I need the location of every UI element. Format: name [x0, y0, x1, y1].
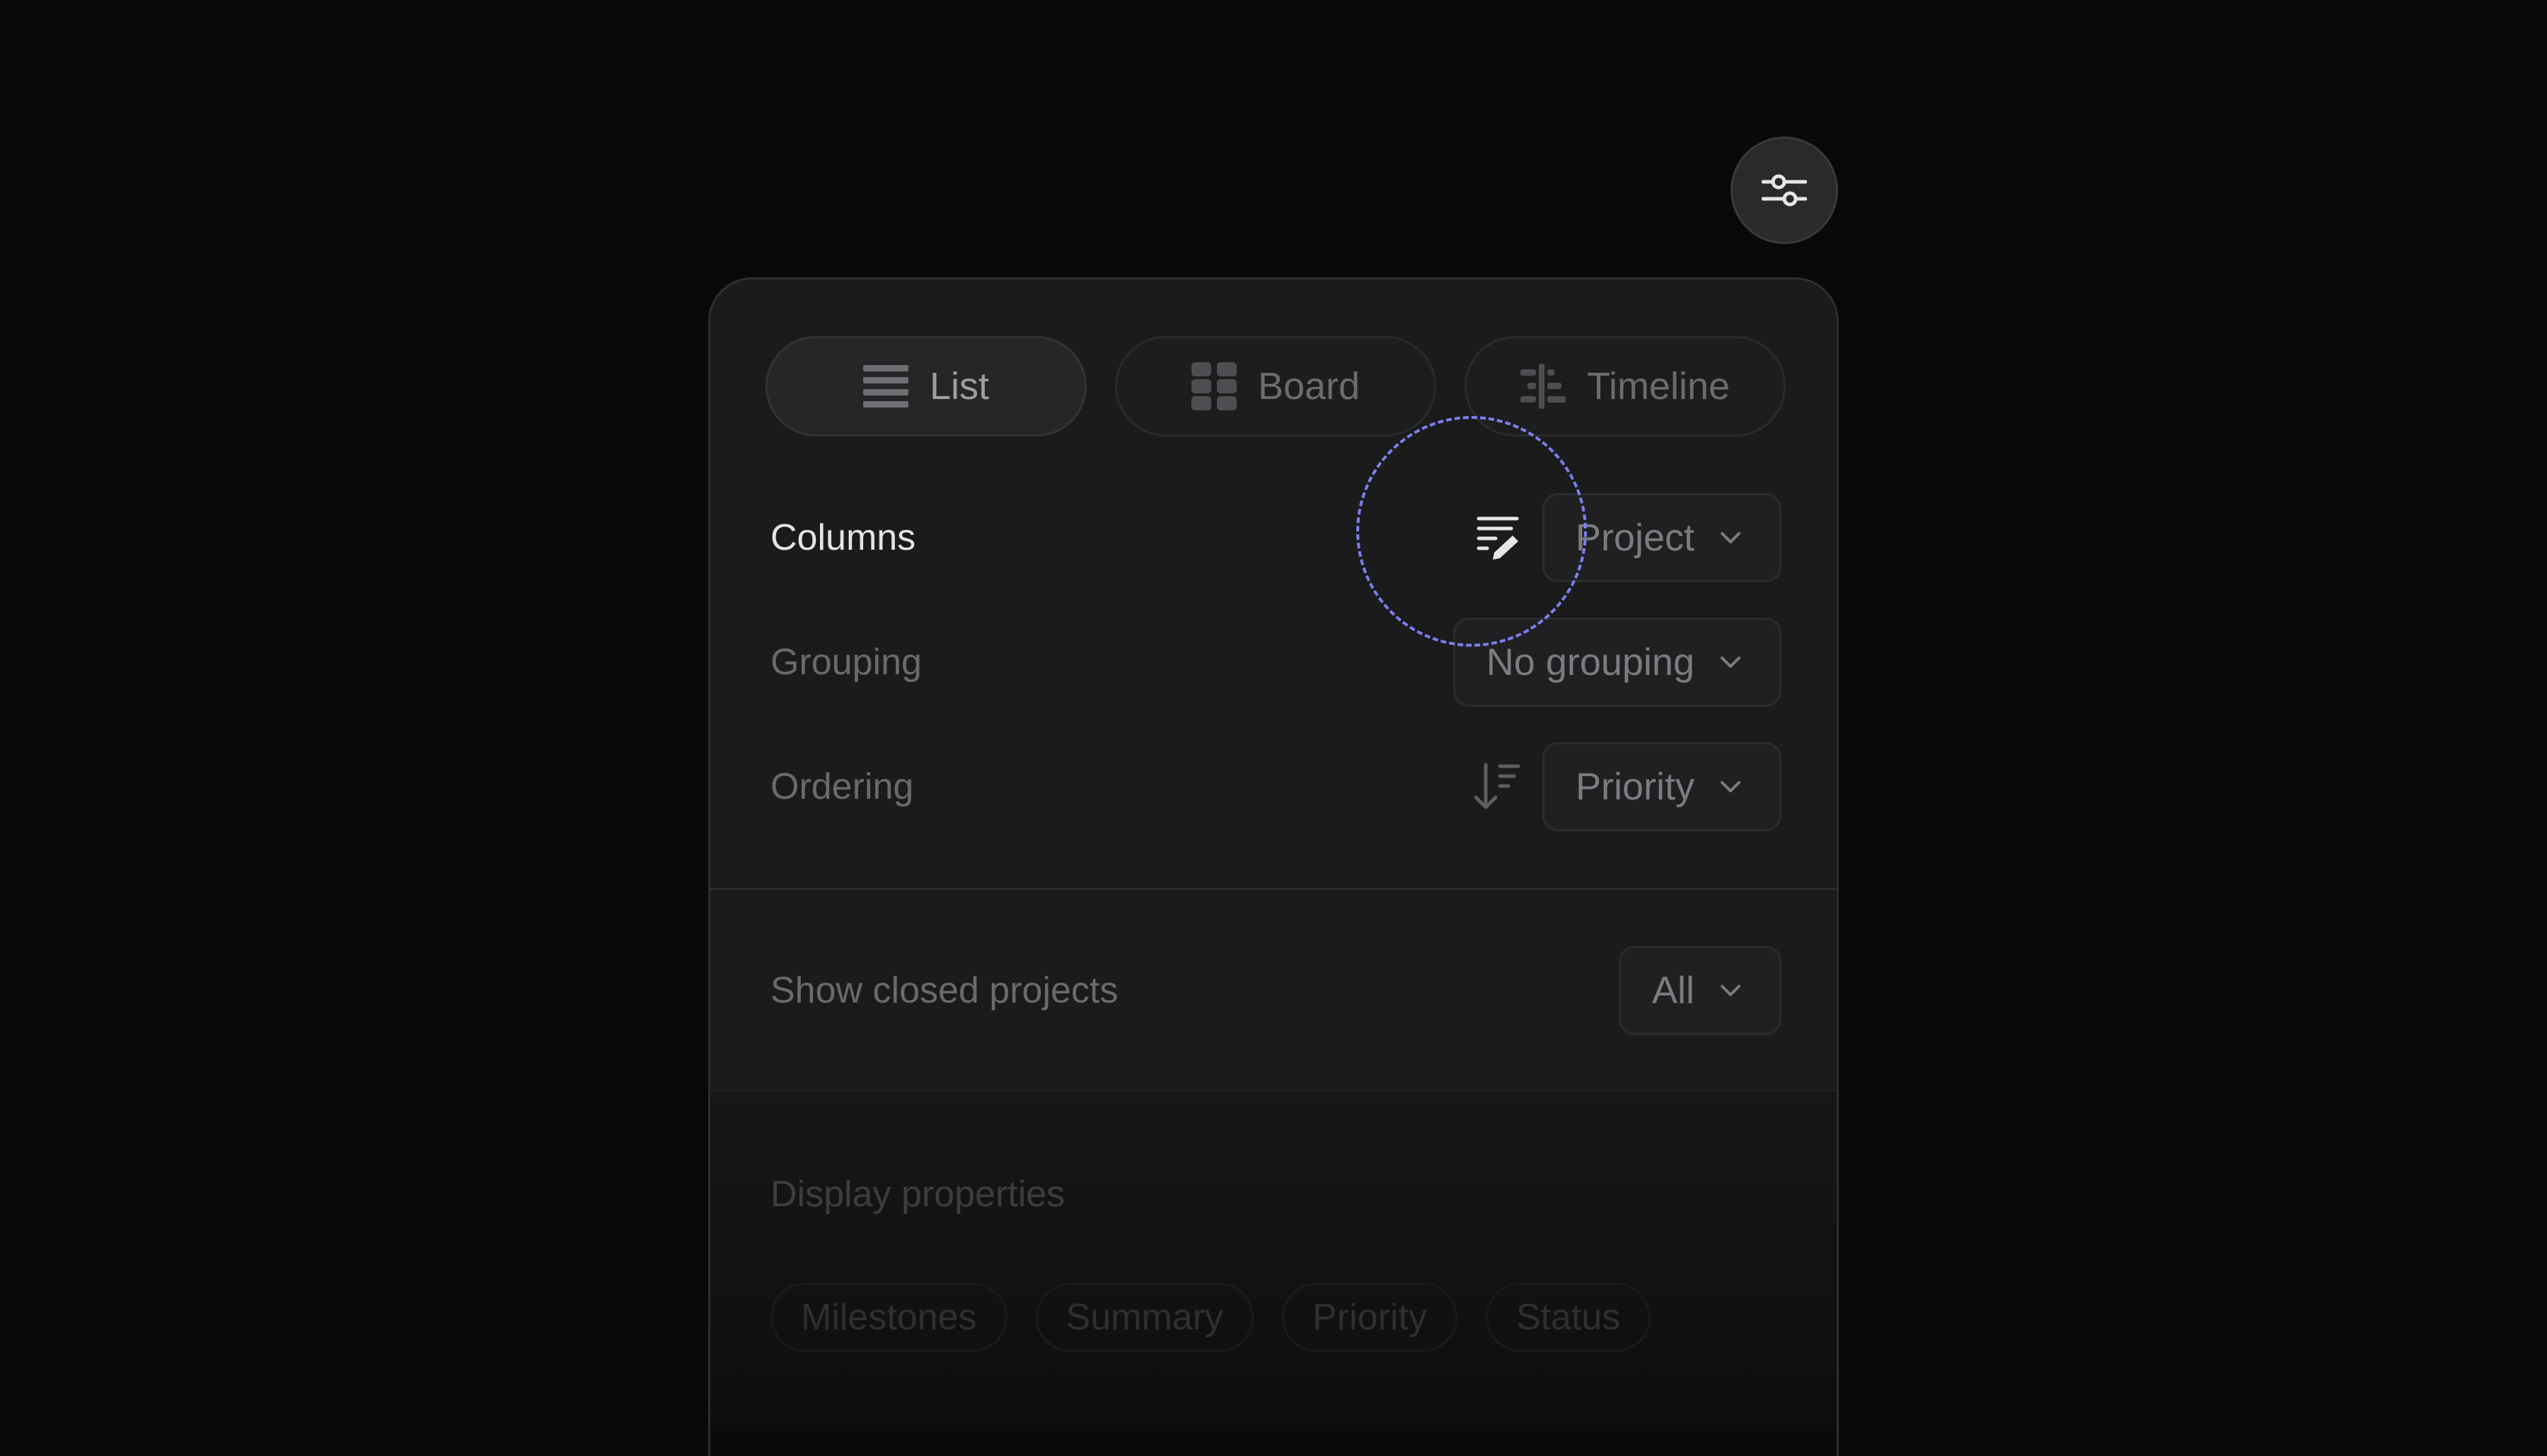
tab-board[interactable]: Board	[1115, 336, 1436, 437]
tab-list-label: List	[929, 365, 990, 408]
chip-status[interactable]: Status	[1485, 1283, 1651, 1352]
closed-projects-label: Show closed projects	[770, 970, 1119, 1011]
display-settings-button[interactable]	[1731, 137, 1838, 244]
ordering-select[interactable]: Priority	[1542, 742, 1781, 831]
timeline-icon	[1520, 364, 1566, 409]
display-properties-label: Display properties	[770, 1174, 1065, 1215]
chevron-down-icon	[1721, 657, 1740, 668]
closed-projects-select[interactable]: All	[1618, 946, 1781, 1035]
tab-list[interactable]: List	[766, 336, 1087, 437]
closed-projects-row: Show closed projects All	[770, 946, 1781, 1035]
display-properties-chips: Milestones Summary Priority Status	[770, 1283, 1651, 1352]
view-tabs: List Board Timeline	[766, 336, 1786, 437]
columns-select[interactable]: Project	[1542, 493, 1781, 582]
chip-priority[interactable]: Priority	[1282, 1283, 1457, 1352]
closed-projects-select-value: All	[1651, 969, 1694, 1012]
grouping-select-value: No grouping	[1486, 641, 1694, 683]
ordering-select-value: Priority	[1575, 765, 1694, 808]
chip-milestones[interactable]: Milestones	[770, 1283, 1007, 1352]
grouping-row: Grouping No grouping	[770, 618, 1781, 707]
grouping-select[interactable]: No grouping	[1452, 618, 1781, 707]
board-icon	[1191, 362, 1237, 410]
chevron-down-icon	[1721, 532, 1740, 543]
sort-descending-icon[interactable]	[1472, 762, 1521, 811]
sliders-icon	[1762, 174, 1807, 207]
edit-columns-icon[interactable]	[1476, 514, 1521, 561]
chip-summary[interactable]: Summary	[1035, 1283, 1254, 1352]
tab-timeline[interactable]: Timeline	[1465, 336, 1786, 437]
display-options-panel: List Board Timeline Columns Project Grou…	[708, 277, 1839, 1456]
section-divider	[710, 888, 1837, 890]
chevron-down-icon	[1721, 781, 1740, 792]
tab-board-label: Board	[1257, 365, 1361, 408]
columns-row: Columns Project	[770, 493, 1781, 582]
list-icon	[862, 365, 908, 408]
chevron-down-icon	[1721, 985, 1740, 996]
stage: List Board Timeline Columns Project Grou…	[0, 0, 2547, 1456]
display-properties-section	[710, 1092, 1837, 1456]
columns-select-value: Project	[1575, 516, 1694, 559]
ordering-row: Ordering Priority	[770, 742, 1781, 831]
columns-label: Columns	[770, 517, 916, 558]
grouping-label: Grouping	[770, 642, 922, 683]
display-properties-row: Display properties	[770, 1150, 1781, 1239]
ordering-label: Ordering	[770, 766, 914, 807]
tab-timeline-label: Timeline	[1586, 365, 1731, 408]
